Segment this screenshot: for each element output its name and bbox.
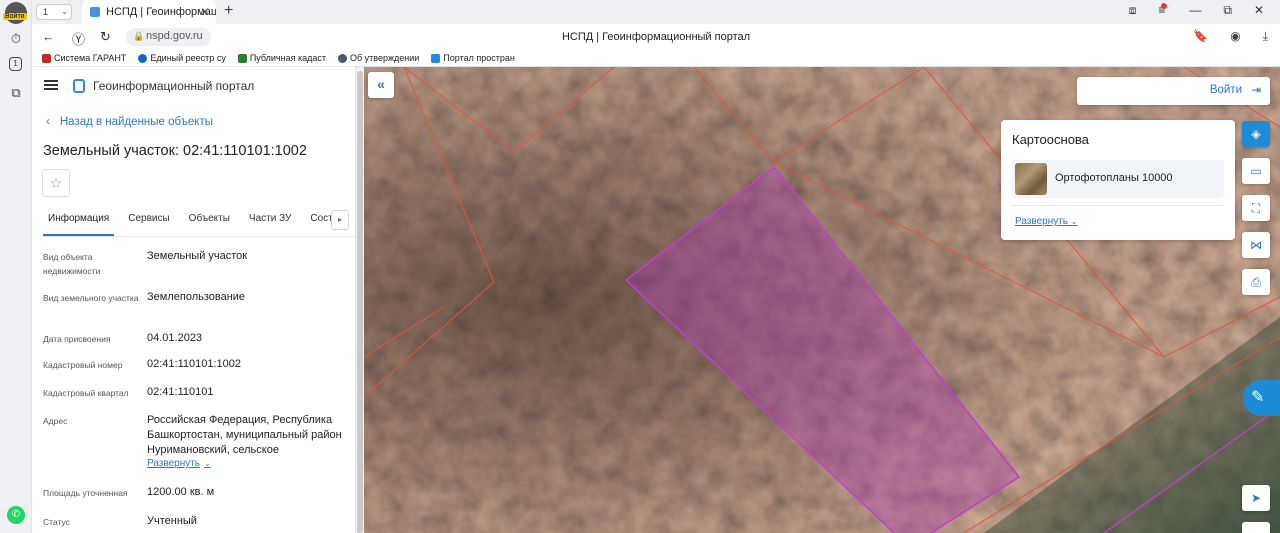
property-label: Кадастровый номер — [43, 360, 123, 370]
property-value: Учтенный — [147, 515, 197, 527]
bookmark-item[interactable]: Публичная кадаст — [237, 53, 326, 63]
portal-name: Геоинформационный портал — [93, 79, 255, 93]
bookmark-icon[interactable]: 🔖 — [1193, 29, 1208, 44]
property-value: Российская Федерация, Республика Башкорт… — [147, 414, 342, 456]
bookmark-favicon-icon — [237, 53, 247, 63]
print-icon[interactable]: ⎙ — [1242, 269, 1270, 295]
assistant-chat-icon[interactable]: ✎ — [1243, 380, 1280, 416]
portal-logo-icon — [73, 79, 85, 93]
screenshot-icon[interactable]: ⧉ — [7, 84, 25, 102]
restore-button[interactable]: ⧉ — [1223, 3, 1232, 18]
tab-parts[interactable]: Части ЗУ — [244, 207, 296, 236]
collections-icon[interactable]: ⧈ — [1129, 3, 1137, 18]
menu-icon[interactable] — [44, 80, 58, 90]
map-view[interactable]: « Войти ⇥ Картооснова Ортофотопланы 1000… — [364, 67, 1280, 533]
browser-tab[interactable]: НСПД | Геоинформацио ✕ — [82, 0, 216, 24]
collapse-panel-button[interactable]: « — [368, 72, 394, 98]
close-icon[interactable]: ✕ — [200, 0, 210, 24]
location-arrow-icon[interactable]: ➤ — [1242, 485, 1270, 511]
menu-icon[interactable]: ≡ — [1158, 3, 1168, 18]
ruler-icon[interactable]: ▭ — [1242, 158, 1270, 184]
property-label: Вид земельного участка — [43, 293, 139, 303]
share-icon[interactable]: ⋈ — [1242, 232, 1270, 258]
site-favicon-icon — [90, 7, 100, 17]
bookmark-favicon-icon — [138, 53, 148, 63]
basemap-option[interactable]: Ортофотопланы 10000 — [1012, 160, 1224, 198]
property-label: Статус — [43, 517, 70, 527]
tab-bar: 1⌄ НСПД | Геоинформацио ✕ + ⧈ ≡ — ⧉ ✕ — [32, 0, 1280, 24]
tab-information[interactable]: Информация — [43, 207, 115, 236]
whatsapp-icon[interactable]: ✆ — [7, 506, 25, 524]
new-tab-button[interactable]: + — [224, 2, 233, 20]
bookmark-item[interactable]: Портал простран — [431, 53, 515, 63]
basemap-thumbnail — [1015, 163, 1047, 195]
basemap-expand-link[interactable]: Развернуть ⌄ — [1015, 216, 1078, 227]
map-tool-icon[interactable]: ▭ — [1242, 522, 1270, 533]
chevron-down-icon: ⌄ — [61, 7, 68, 16]
bookmark-favicon-icon — [338, 53, 347, 63]
address-bar: ← Ⓨ ↻ 🔒 nspd.gov.ru НСПД | Геоинформацио… — [32, 24, 1280, 50]
property-label: Вид объекта недвижимости — [43, 252, 101, 276]
reload-icon[interactable]: ↻ — [100, 29, 111, 45]
minimize-button[interactable]: — — [1189, 3, 1201, 18]
tab-counter[interactable]: 1 ⌄ — [36, 4, 72, 20]
bookmark-item[interactable]: Единый реестр су — [138, 53, 226, 63]
property-value: 1200.00 кв. м — [147, 486, 215, 498]
url-text: nspd.gov.ru — [146, 30, 203, 42]
extension-icon[interactable]: ◉ — [1230, 29, 1240, 44]
property-label: Кадастровый квартал — [43, 388, 129, 398]
url-field[interactable]: 🔒 nspd.gov.ru — [126, 28, 211, 46]
basemap-option-label: Ортофотопланы 10000 — [1055, 172, 1173, 184]
property-label: Площадь уточненная — [43, 488, 128, 498]
tabs-scroll-right-icon[interactable]: ▸ — [331, 210, 349, 230]
chevron-left-icon: ‹ — [46, 116, 50, 128]
download-icon[interactable]: ⤓ — [1263, 29, 1268, 44]
property-value: Землепользование — [147, 291, 246, 303]
history-icon[interactable]: ⏱ — [7, 30, 25, 48]
property-label: Дата присвоения — [43, 334, 111, 344]
panel-scrollbar[interactable] — [355, 67, 364, 533]
page-title: НСПД | Геоинформационный портал — [561, 31, 751, 43]
bookmark-item[interactable]: Система ГАРАНТ — [42, 53, 126, 63]
yandex-icon[interactable]: Ⓨ — [72, 29, 85, 48]
chevron-down-icon: ⌄ — [204, 459, 211, 468]
property-value: 02:41:110101:1002 — [147, 358, 241, 370]
area-select-icon[interactable]: ⛶ — [1242, 195, 1270, 221]
property-value: 04.01.2023 — [147, 332, 203, 344]
layers-icon[interactable]: ◈ — [1242, 121, 1270, 147]
chevron-down-icon: ⌄ — [1070, 217, 1078, 226]
tabs-icon[interactable]: 1 — [9, 57, 22, 71]
login-button[interactable]: Войти ⇥ — [1077, 77, 1270, 105]
bookmarks-bar: Система ГАРАНТ Единый реестр су Публична… — [32, 50, 1280, 67]
profile-login-label[interactable]: Войти — [3, 13, 27, 20]
back-arrow-icon[interactable]: ← — [42, 29, 55, 44]
info-tabs: Информация Сервисы Объекты Части ЗУ Сост… — [43, 207, 355, 237]
property-value: 02:41:110101 — [147, 386, 214, 398]
lock-icon: 🔒 — [133, 31, 145, 41]
tab-services[interactable]: Сервисы — [123, 207, 174, 236]
login-label: Войти — [1209, 84, 1242, 96]
property-label: Адрес — [43, 416, 68, 426]
bookmark-favicon-icon — [431, 53, 441, 63]
close-window-button[interactable]: ✕ — [1254, 3, 1264, 18]
address-expand-link[interactable]: Развернуть ⌄ — [147, 458, 211, 469]
back-to-results-link[interactable]: ‹ Назад в найденные объекты — [46, 116, 213, 128]
basemap-title: Картооснова — [1012, 132, 1089, 147]
object-info-panel: Геоинформационный портал ‹ Назад в найден… — [32, 67, 355, 533]
tab-objects[interactable]: Объекты — [184, 207, 235, 236]
window-controls: ⧈ ≡ — ⧉ ✕ — [1129, 3, 1264, 18]
object-title: Земельный участок: 02:41:110101:1002 — [43, 143, 307, 159]
basemap-panel: Картооснова Ортофотопланы 10000 Разверну… — [1001, 120, 1235, 240]
property-value: Земельный участок — [147, 250, 248, 262]
favorite-star-icon[interactable]: ☆ — [42, 169, 70, 197]
browser-sidebar: Войти ⏱ 1 ⧉ ✆ — [0, 0, 32, 533]
login-icon: ⇥ — [1250, 83, 1261, 97]
bookmark-item[interactable]: Об утверждении — [338, 53, 419, 63]
bookmark-favicon-icon — [42, 53, 51, 63]
